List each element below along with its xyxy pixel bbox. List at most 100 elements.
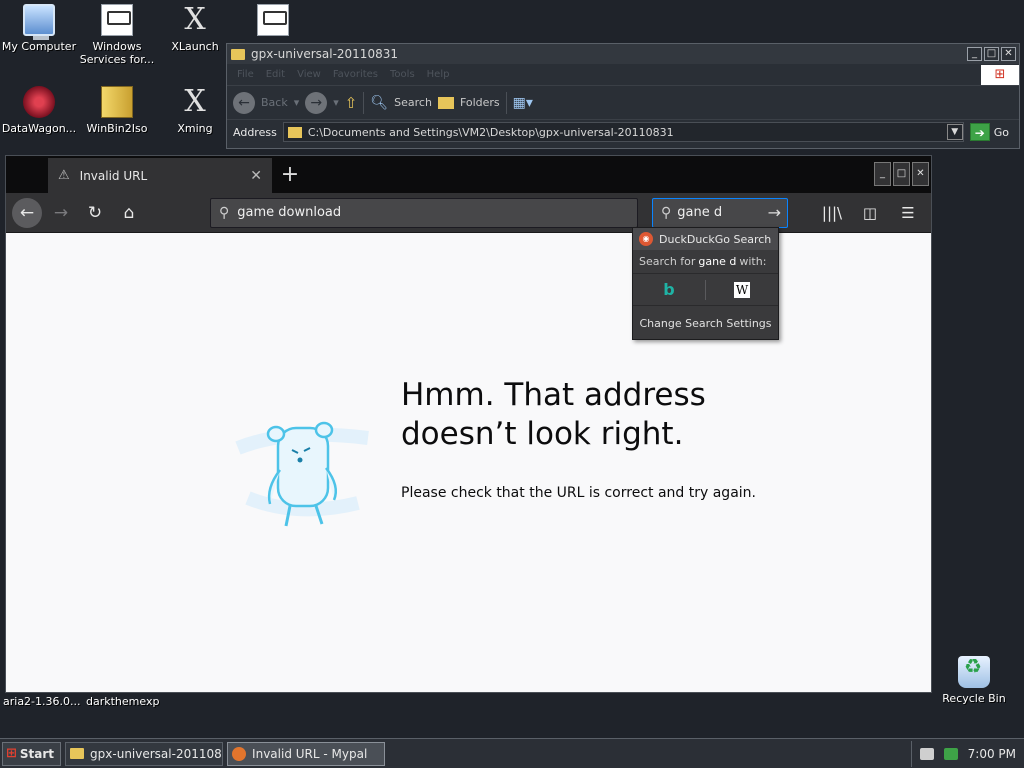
explorer-window: gpx-universal-20110831 _ □ ✕ File Edit V… [226, 43, 1020, 149]
clock[interactable]: 7:00 PM [968, 747, 1016, 761]
desktop-icon-winbin2iso[interactable]: WinBin2Iso [78, 86, 156, 135]
computer-icon [23, 4, 55, 40]
close-button[interactable]: ✕ [1001, 47, 1016, 61]
engine-wikipedia[interactable]: W [706, 281, 778, 298]
duckduckgo-icon: ◉ [639, 232, 653, 246]
desktop-icon-datawagon[interactable]: DataWagon... [0, 86, 78, 135]
desktop-icon-label-aria2[interactable]: aria2-1.36.0... [3, 695, 81, 708]
reload-button[interactable]: ↻ [80, 198, 110, 228]
menu-bar: File Edit View Favorites Tools Help ⊞ [227, 64, 1019, 86]
browser-window: ⚠ Invalid URL ✕ + _ □ ✕ ← → ↻ ⌂ ⚲ game d… [5, 155, 932, 693]
desktop-icon-label: My Computer [1, 40, 77, 53]
desktop-icon-label: XLaunch [171, 40, 219, 53]
taskbar-item-browser[interactable]: Invalid URL - Mypal [227, 741, 386, 766]
tab-invalid-url[interactable]: ⚠ Invalid URL ✕ [48, 156, 272, 193]
explorer-titlebar[interactable]: gpx-universal-20110831 _ □ ✕ [227, 44, 1019, 64]
maximize-button[interactable]: □ [893, 162, 910, 186]
desktop-icon-label: Recycle Bin [942, 692, 1006, 705]
url-bar[interactable]: ⚲ game download [210, 197, 638, 228]
toolbar-divider [363, 91, 365, 114]
back-arrow-icon[interactable]: ← [233, 91, 255, 114]
close-tab-icon[interactable]: ✕ [250, 168, 262, 184]
search-for-suffix: with: [739, 255, 767, 268]
engine-bing[interactable]: b [633, 280, 705, 299]
views-icon[interactable]: ▦▾ [513, 95, 533, 111]
desktop-icon-windows-services[interactable]: Windows Services for... [78, 4, 156, 66]
window-title: gpx-universal-20110831 [251, 47, 398, 61]
chevron-down-icon[interactable]: ▾ [333, 96, 339, 109]
engine-label: DuckDuckGo Search [659, 232, 772, 246]
task-label: gpx-universal-20110831 [90, 746, 224, 761]
one-off-engines: b W [633, 274, 778, 306]
desktop-icon-label: DataWagon... [1, 122, 77, 135]
x-logo-icon: X [184, 2, 206, 37]
folder-icon [70, 748, 85, 759]
back-button[interactable]: ← [12, 197, 42, 228]
go-button[interactable]: ➔ Go [969, 123, 1019, 141]
x-logo-icon: X [184, 84, 206, 119]
datawagon-icon [23, 86, 55, 118]
menu-help[interactable]: Help [427, 69, 450, 80]
search-go-arrow-icon[interactable]: → [768, 203, 781, 222]
change-search-settings-button[interactable]: Change Search Settings [633, 306, 778, 340]
search-bar[interactable]: ⚲ gane d → [652, 197, 788, 228]
search-engine-duckduckgo[interactable]: ◉ DuckDuckGo Search [633, 228, 778, 250]
menu-icon[interactable]: ☰ [893, 198, 923, 228]
library-icon[interactable]: |||\ [817, 198, 847, 228]
desktop-icon-xming[interactable]: X Xming [156, 84, 234, 136]
search-value: gane d [677, 205, 723, 220]
desktop-icon-label-darkthemexp[interactable]: darkthemexp [86, 695, 159, 708]
folder-icon [231, 48, 245, 60]
url-value: game download [237, 205, 342, 220]
start-button[interactable]: ⊞ Start [2, 741, 62, 766]
keyboard-icon[interactable] [919, 747, 934, 760]
folders-button[interactable]: Folders [460, 96, 500, 109]
chevron-down-icon[interactable]: ▼ [946, 124, 963, 140]
up-folder-icon[interactable]: ⇧ [345, 94, 358, 112]
search-icon: 🔍︎ [370, 94, 389, 111]
minimize-button[interactable]: _ [874, 162, 891, 186]
search-icon: ⚲ [219, 204, 230, 221]
search-button[interactable]: Search [394, 96, 432, 109]
forward-arrow-icon[interactable]: → [305, 91, 328, 114]
menu-tools[interactable]: Tools [390, 69, 415, 80]
go-label: Go [993, 125, 1009, 139]
taskbar-item-explorer[interactable]: gpx-universal-20110831 [65, 741, 224, 766]
wikipedia-icon: W [734, 281, 750, 298]
maximize-button[interactable]: □ [984, 47, 999, 61]
desktop-icon-my-computer[interactable]: My Computer [0, 4, 78, 53]
chevron-down-icon[interactable]: ▾ [294, 96, 300, 109]
warning-icon: ⚠ [58, 168, 70, 183]
menu-edit[interactable]: Edit [266, 69, 285, 80]
new-tab-button[interactable]: + [272, 156, 308, 193]
desktop-icon-xlaunch[interactable]: X XLaunch [156, 2, 234, 54]
menu-favorites[interactable]: Favorites [333, 69, 378, 80]
document-icon [257, 4, 289, 36]
network-icon[interactable] [943, 747, 958, 760]
minimize-button[interactable]: _ [967, 47, 982, 61]
document-icon [101, 4, 133, 36]
system-tray: 7:00 PM [910, 740, 1024, 767]
navigation-toolbar: ← → ↻ ⌂ ⚲ game download ⚲ gane d → |||\ … [6, 193, 931, 233]
home-button[interactable]: ⌂ [114, 198, 144, 228]
search-suggestions-popup: ◉ DuckDuckGo Search Search for gane d wi… [632, 227, 779, 340]
back-button-label[interactable]: Back [261, 96, 288, 109]
menu-view[interactable]: View [297, 69, 321, 80]
desktop-icon-recycle-bin[interactable]: Recycle Bin [935, 656, 1013, 705]
sidebar-icon[interactable]: ◫ [855, 198, 885, 228]
forward-button[interactable]: → [46, 198, 76, 228]
address-input[interactable]: C:\Documents and Settings\VM2\Desktop\gp… [282, 122, 964, 142]
menu-file[interactable]: File [237, 69, 254, 80]
search-for-prefix: Search for [639, 255, 696, 268]
start-label: Start [19, 746, 55, 761]
close-button[interactable]: ✕ [912, 162, 929, 186]
desktop-icon-label: Xming [177, 122, 213, 135]
tab-title: Invalid URL [79, 168, 148, 183]
search-for-query: gane d [698, 255, 737, 268]
address-value: C:\Documents and Settings\VM2\Desktop\gp… [307, 125, 674, 139]
address-label: Address [233, 125, 277, 139]
search-for-line: Search for gane d with: [633, 250, 778, 274]
error-message: Please check that the URL is correct and… [401, 485, 756, 501]
toolbar-divider [505, 91, 507, 114]
desktop-icon-document[interactable] [234, 4, 312, 40]
